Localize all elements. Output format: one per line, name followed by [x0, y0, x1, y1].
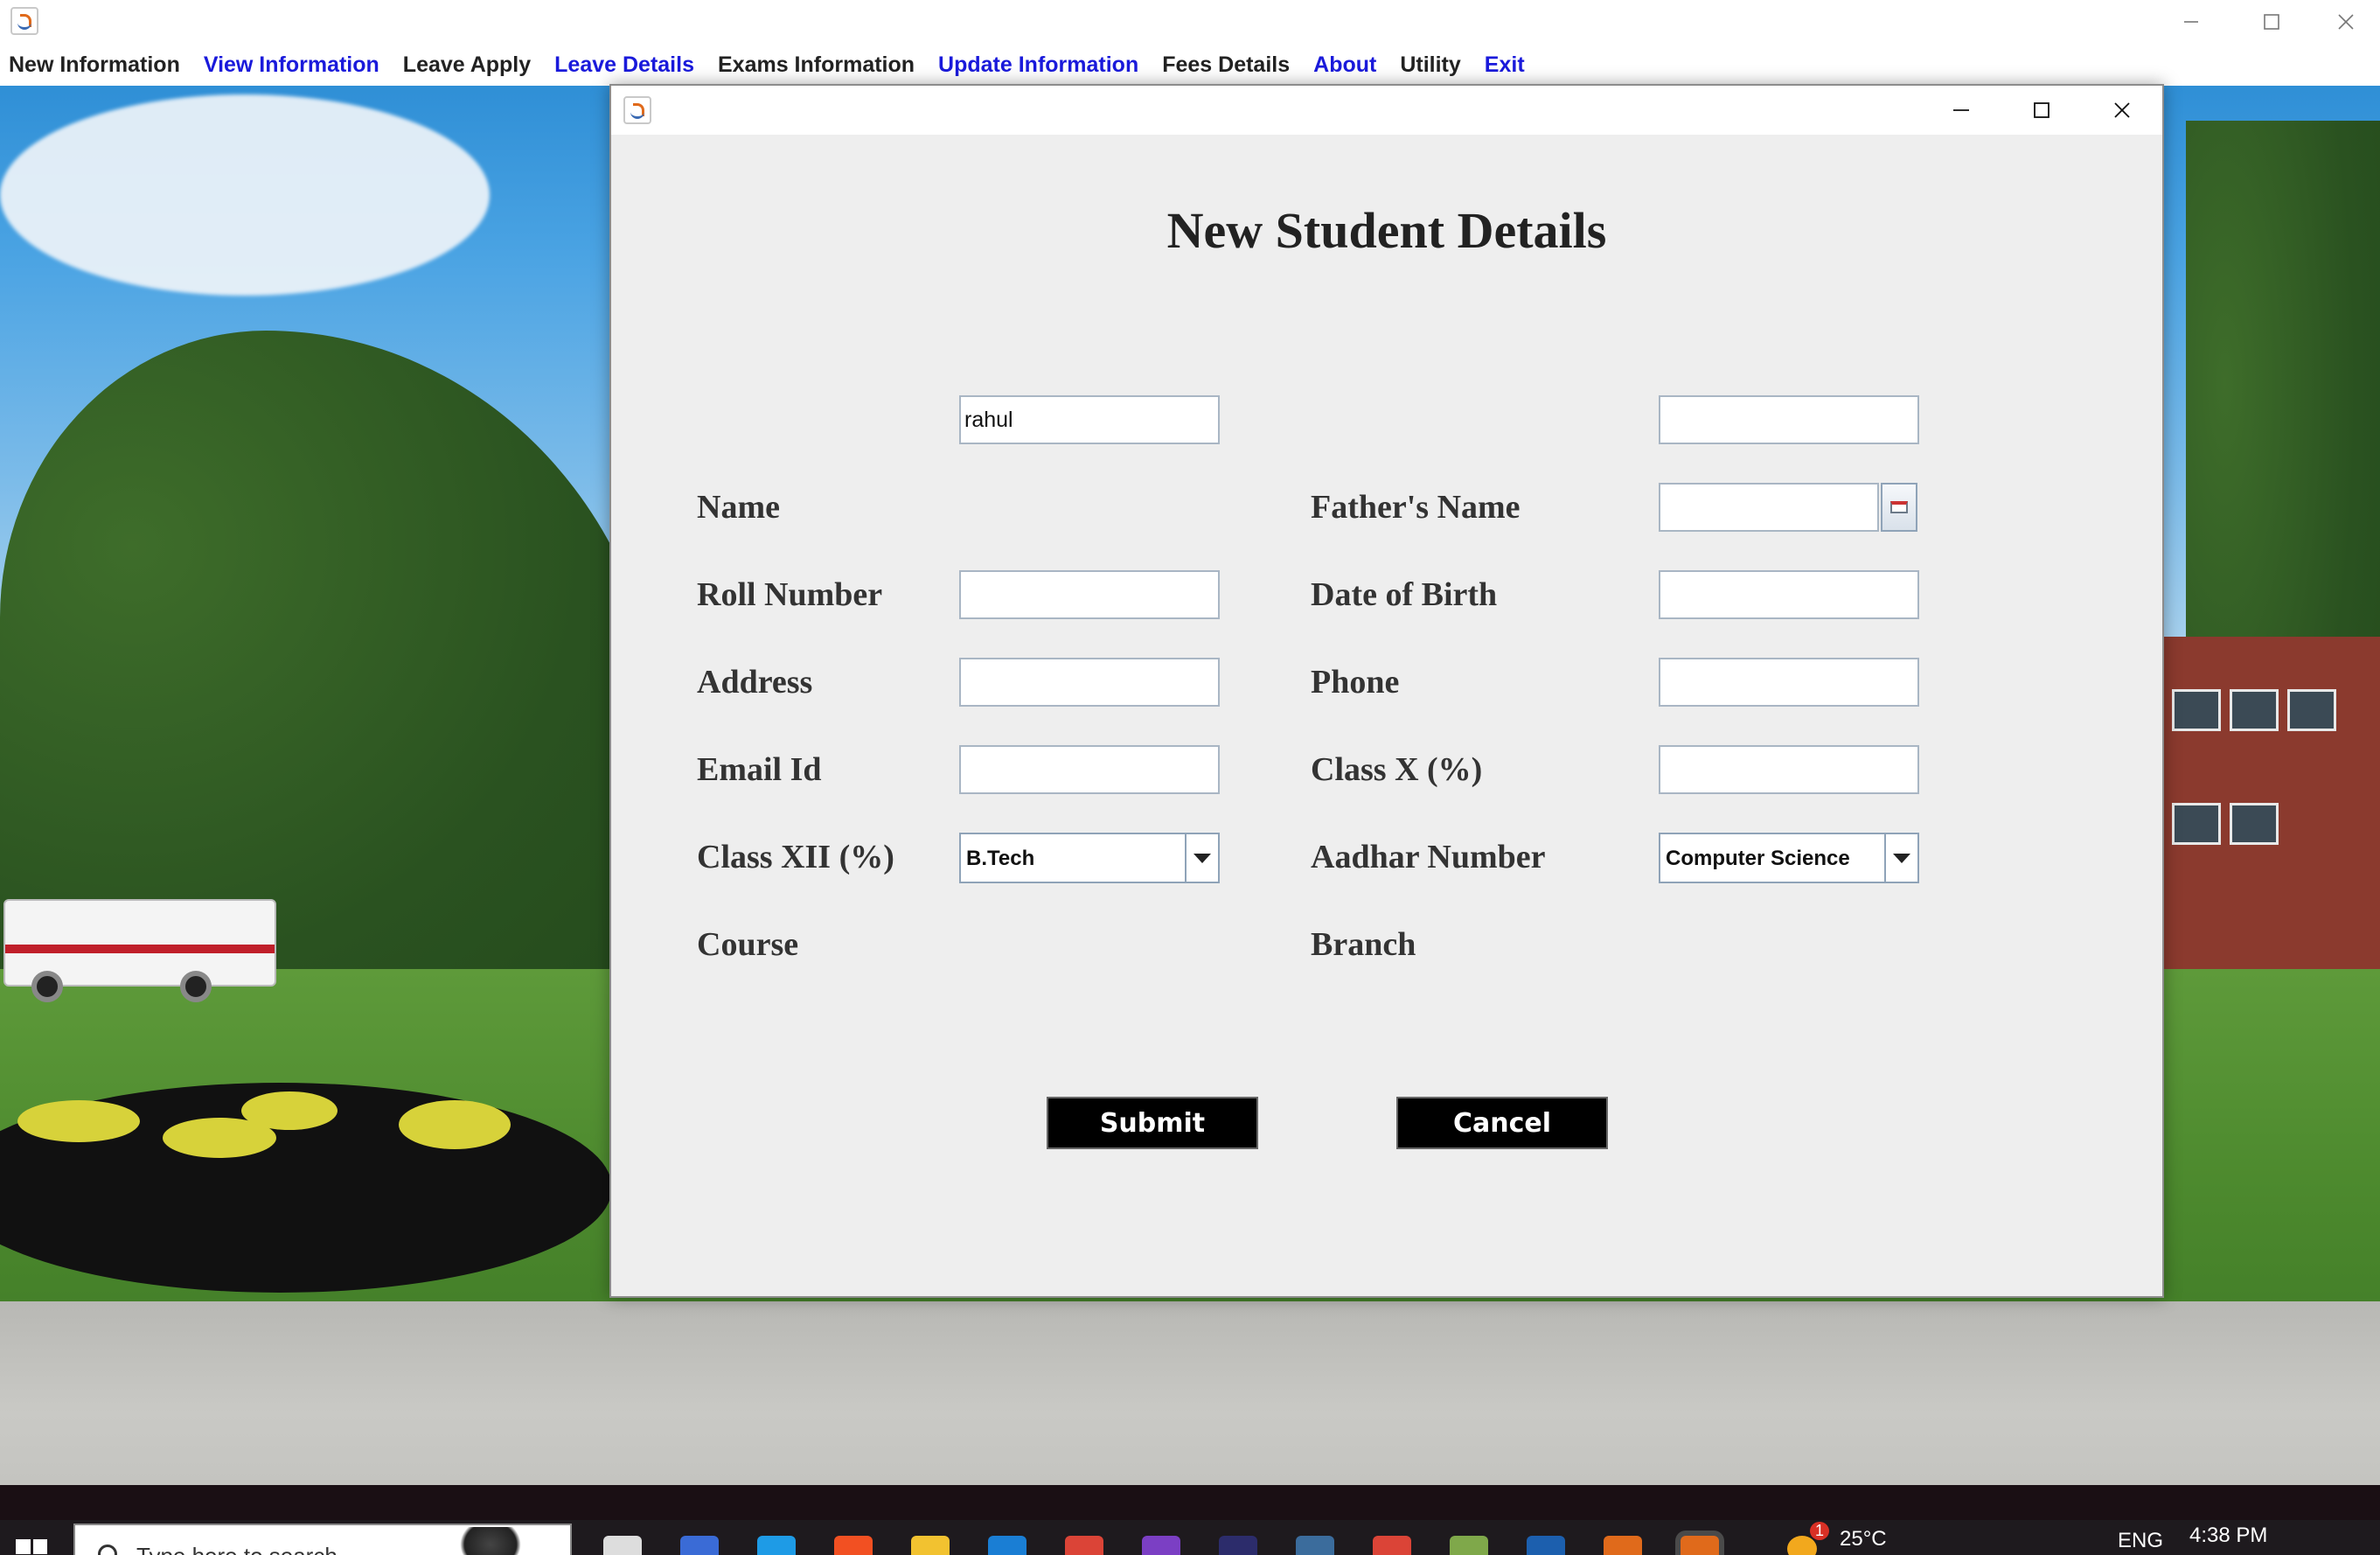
clock-time[interactable]: 4:38 PM — [2189, 1524, 2267, 1548]
date-of-birth-field[interactable] — [1659, 483, 1879, 532]
fathers-name-label: Father's Name — [1311, 489, 1521, 526]
main-minimize-button[interactable] — [2151, 0, 2231, 44]
app-icon[interactable] — [1450, 1536, 1488, 1555]
search-icon — [98, 1545, 117, 1555]
name-label: Name — [697, 489, 780, 526]
fathers-name-field[interactable] — [1659, 395, 1919, 444]
branch-dropdown[interactable]: Computer Science — [1659, 833, 1919, 883]
postgres-icon[interactable] — [1296, 1536, 1334, 1555]
branch-label: Branch — [1311, 926, 1416, 963]
taskbar-search-box[interactable]: Type here to search — [73, 1524, 572, 1555]
maximize-icon — [2264, 14, 2279, 30]
dialog-close-button[interactable] — [2082, 86, 2162, 135]
main-window-titlebar — [0, 0, 2380, 44]
taskbar-strip — [0, 1485, 2380, 1520]
menu-new-information[interactable]: New Information — [9, 52, 180, 78]
copilot-icon[interactable] — [680, 1536, 719, 1555]
email-id-label: Email Id — [697, 751, 822, 788]
temperature-text: 25°C — [1840, 1527, 1887, 1551]
ambulance-image — [3, 899, 276, 1002]
aadhar-number-label: Aadhar Number — [1311, 839, 1546, 875]
menu-utility[interactable]: Utility — [1400, 52, 1460, 78]
menu-bar: New Information View Information Leave A… — [0, 44, 2380, 86]
search-placeholder: Type here to search — [136, 1543, 338, 1555]
visual-studio-icon[interactable] — [1142, 1536, 1180, 1555]
dialog-maximize-button[interactable] — [2001, 86, 2082, 135]
menu-leave-details[interactable]: Leave Details — [554, 52, 694, 78]
chevron-down-icon[interactable] — [1185, 834, 1218, 882]
name-field[interactable] — [959, 395, 1220, 444]
class-xii-field[interactable] — [959, 745, 1220, 794]
new-student-dialog: New Student Details Name Father's Name R… — [609, 84, 2164, 1298]
menu-fees-details[interactable]: Fees Details — [1162, 52, 1290, 78]
calendar-icon — [1890, 501, 1908, 513]
dialog-minimize-button[interactable] — [1921, 86, 2001, 135]
menu-about[interactable]: About — [1313, 52, 1376, 78]
java-taskbar-icon[interactable] — [1604, 1536, 1642, 1555]
address-field[interactable] — [959, 570, 1220, 619]
phone-field[interactable] — [1659, 570, 1919, 619]
concrete-path — [0, 1301, 2380, 1485]
language-indicator[interactable]: ENG — [2118, 1529, 2163, 1553]
task-view-icon[interactable] — [603, 1536, 642, 1555]
course-label: Course — [697, 926, 799, 963]
file-explorer-icon[interactable] — [911, 1536, 950, 1555]
dialog-heading: New Student Details — [1166, 202, 1607, 259]
main-close-button[interactable] — [2312, 0, 2380, 44]
edge-icon[interactable] — [757, 1536, 796, 1555]
maximize-icon — [2034, 102, 2049, 118]
cancel-button[interactable]: Cancel — [1396, 1097, 1608, 1149]
menu-exams-information[interactable]: Exams Information — [718, 52, 915, 78]
weather-icon[interactable] — [1787, 1536, 1817, 1555]
menu-leave-apply[interactable]: Leave Apply — [403, 52, 531, 78]
brick-building — [2163, 637, 2380, 987]
class-x-label: Class X (%) — [1311, 751, 1483, 788]
email-id-field[interactable] — [959, 658, 1220, 707]
menu-update-information[interactable]: Update Information — [938, 52, 1138, 78]
date-of-birth-label: Date of Birth — [1311, 576, 1498, 613]
vscode-icon[interactable] — [988, 1536, 1026, 1555]
main-maximize-button[interactable] — [2231, 0, 2312, 44]
branch-selected-value: Computer Science — [1666, 847, 1850, 870]
course-selected-value: B.Tech — [966, 847, 1035, 870]
notification-badge: 1 — [1810, 1522, 1830, 1540]
course-dropdown[interactable]: B.Tech — [959, 833, 1220, 883]
class-x-field[interactable] — [1659, 658, 1919, 707]
java-taskbar-icon-active[interactable] — [1681, 1536, 1719, 1555]
menu-exit[interactable]: Exit — [1485, 52, 1525, 78]
aadhar-number-field[interactable] — [1659, 745, 1919, 794]
chevron-down-icon[interactable] — [1884, 834, 1917, 882]
search-highlight-image — [460, 1527, 521, 1555]
chrome-icon[interactable] — [1065, 1536, 1103, 1555]
close-icon — [2338, 14, 2354, 30]
taskbar: Type here to search 1 25°C ENG 4:38 PM — [0, 1520, 2380, 1555]
minimize-icon — [1953, 109, 1969, 111]
windows-start-icon[interactable] — [16, 1539, 47, 1555]
close-icon — [2114, 102, 2130, 118]
java-app-icon — [623, 96, 651, 124]
store-icon[interactable] — [834, 1536, 873, 1555]
minimize-icon — [2184, 21, 2198, 23]
mysql-icon[interactable] — [1527, 1536, 1565, 1555]
phone-label: Phone — [1311, 664, 1400, 701]
java-app-icon — [10, 7, 38, 35]
submit-button[interactable]: Submit — [1047, 1097, 1258, 1149]
menu-view-information[interactable]: View Information — [204, 52, 379, 78]
address-label: Address — [697, 664, 813, 701]
eclipse-icon[interactable] — [1219, 1536, 1257, 1555]
date-picker-button[interactable] — [1881, 483, 1917, 532]
class-xii-label: Class XII (%) — [697, 839, 894, 875]
roll-number-label: Roll Number — [697, 576, 883, 613]
cloud-shape — [0, 94, 490, 296]
dialog-titlebar — [611, 86, 2162, 135]
chrome-icon[interactable] — [1373, 1536, 1411, 1555]
